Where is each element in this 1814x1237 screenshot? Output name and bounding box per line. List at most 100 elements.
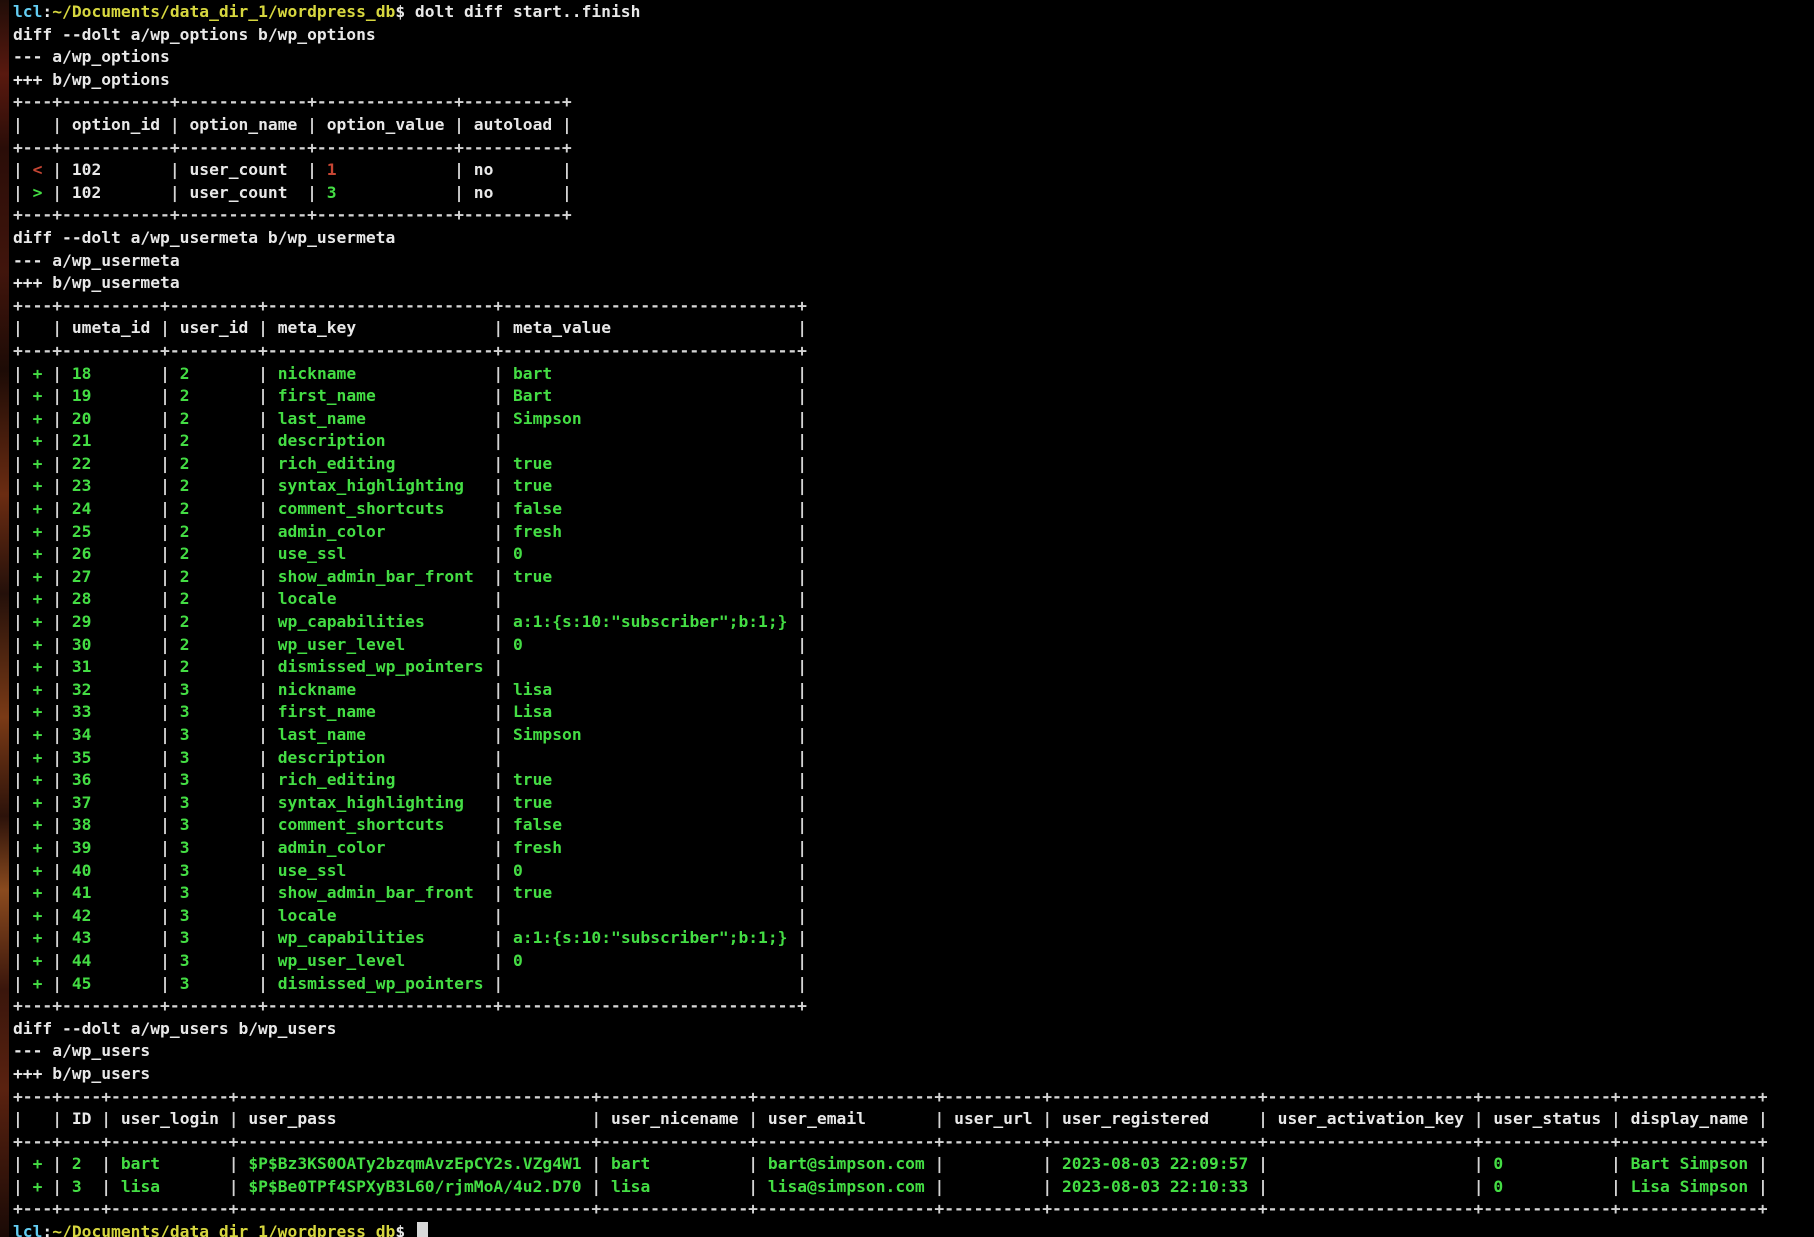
table-cell: use_ssl: [268, 544, 493, 563]
table-cell: fresh: [503, 522, 797, 541]
column-header-meta_value: meta_value: [503, 318, 797, 337]
table-cell: 2: [170, 431, 258, 450]
table-row-wp_usermeta: | + | 23 | 2 | syntax_highlighting | tru…: [13, 475, 1814, 498]
table-border-bottom-wp_users: +---+----+------------+-----------------…: [13, 1198, 1814, 1221]
table-row-wp_usermeta: | + | 44 | 3 | wp_user_level | 0 |: [13, 950, 1814, 973]
table-cell: 2023-08-03 22:09:57: [1052, 1154, 1258, 1173]
table-cell: [503, 589, 797, 608]
table-cell: true: [503, 793, 797, 812]
table-cell: 3: [170, 770, 258, 789]
table-cell: 0: [1484, 1177, 1611, 1196]
table-cell: bart: [503, 364, 797, 383]
table-cell: Bart: [503, 386, 797, 405]
table-border-mid-wp_users: +---+----+------------+-----------------…: [13, 1131, 1814, 1154]
table-cell: 45: [62, 974, 160, 993]
diff-indicator: >: [23, 183, 52, 202]
table-row-wp_usermeta: | + | 21 | 2 | description | |: [13, 430, 1814, 453]
table-cell: 42: [62, 906, 160, 925]
column-header-umeta_id: umeta_id: [62, 318, 160, 337]
table-cell: wp_capabilities: [268, 928, 493, 947]
column-header-user_login: user_login: [111, 1109, 229, 1128]
column-header-user_email: user_email: [758, 1109, 934, 1128]
diff-indicator: +: [23, 702, 52, 721]
table-cell: 2: [170, 522, 258, 541]
table-cell: comment_shortcuts: [268, 499, 493, 518]
table-cell: 37: [62, 793, 160, 812]
table-cell: user_count: [180, 160, 307, 179]
table-cell: bart@simpson.com: [758, 1154, 934, 1173]
table-cell: description: [268, 431, 493, 450]
table-cell: lisa: [503, 680, 797, 699]
table-cell: a:1:{s:10:"subscriber";b:1;}: [503, 928, 797, 947]
terminal-screen[interactable]: lcl:~/Documents/data_dir_1/wordpress_db$…: [9, 0, 1814, 1237]
column-header-meta_key: meta_key: [268, 318, 493, 337]
table-cell: 39: [62, 838, 160, 857]
table-cell: comment_shortcuts: [268, 815, 493, 834]
table-cell: fresh: [503, 838, 797, 857]
table-cell: 3: [170, 951, 258, 970]
table-cell: 35: [62, 748, 160, 767]
table-cell: true: [503, 476, 797, 495]
table-cell: 3: [170, 861, 258, 880]
table-row-wp_usermeta: | + | 29 | 2 | wp_capabilities | a:1:{s:…: [13, 611, 1814, 634]
table-cell: locale: [268, 906, 493, 925]
table-cell: use_ssl: [268, 861, 493, 880]
table-cell: show_admin_bar_front: [268, 567, 493, 586]
table-row-wp_usermeta: | + | 34 | 3 | last_name | Simpson |: [13, 724, 1814, 747]
table-cell: 28: [62, 589, 160, 608]
table-cell: last_name: [268, 725, 493, 744]
table-cell: lisa: [601, 1177, 748, 1196]
table-cell: true: [503, 567, 797, 586]
table-cell: 2: [170, 544, 258, 563]
table-cell: true: [503, 883, 797, 902]
table-cell: 0: [1484, 1154, 1611, 1173]
table-row-wp_usermeta: | + | 18 | 2 | nickname | bart |: [13, 363, 1814, 386]
diff-indicator: +: [23, 567, 52, 586]
table-cell: dismissed_wp_pointers: [268, 657, 493, 676]
column-header-indicator: [23, 115, 52, 134]
table-cell: show_admin_bar_front: [268, 883, 493, 902]
terminal-window: lcl:~/Documents/data_dir_1/wordpress_db$…: [0, 0, 1814, 1237]
table-cell: 3: [317, 183, 454, 202]
diff-indicator: +: [23, 635, 52, 654]
diff-indicator: +: [23, 409, 52, 428]
diff-plus-line-wp_users: +++ b/wp_users: [13, 1063, 1814, 1086]
table-cell: 3: [170, 793, 258, 812]
table-cell: [503, 657, 797, 676]
table-row-wp_usermeta: | + | 25 | 2 | admin_color | fresh |: [13, 521, 1814, 544]
table-cell: 2: [170, 499, 258, 518]
table-cell: 2: [170, 635, 258, 654]
diff-indicator: +: [23, 589, 52, 608]
table-row-wp_usermeta: | + | 36 | 3 | rich_editing | true |: [13, 769, 1814, 792]
table-row-wp_usermeta: | + | 35 | 3 | description | |: [13, 747, 1814, 770]
table-cell: 3: [170, 748, 258, 767]
table-cell: 31: [62, 657, 160, 676]
next-prompt-line: lcl:~/Documents/data_dir_1/wordpress_db$: [13, 1221, 1814, 1237]
table-row-wp_usermeta: | + | 22 | 2 | rich_editing | true |: [13, 453, 1814, 476]
table-cell: last_name: [268, 409, 493, 428]
diff-indicator: +: [23, 815, 52, 834]
table-row-wp_usermeta: | + | 42 | 3 | locale | |: [13, 905, 1814, 928]
table-cell: [503, 748, 797, 767]
column-header-option_value: option_value: [317, 115, 454, 134]
column-header-autoload: autoload: [464, 115, 562, 134]
table-cell: 20: [62, 409, 160, 428]
table-cell: 19: [62, 386, 160, 405]
table-cell: 2: [170, 409, 258, 428]
table-cell: 2: [170, 612, 258, 631]
diff-indicator: +: [23, 522, 52, 541]
diff-indicator: +: [23, 657, 52, 676]
column-header-option_id: option_id: [62, 115, 170, 134]
table-row-wp_options: | > | 102 | user_count | 3 | no |: [13, 182, 1814, 205]
table-border-top-wp_usermeta: +---+----------+---------+--------------…: [13, 295, 1814, 318]
table-cell: Bart Simpson: [1621, 1154, 1758, 1173]
table-border-mid-wp_usermeta: +---+----------+---------+--------------…: [13, 340, 1814, 363]
table-cell: bart: [601, 1154, 748, 1173]
table-cell: 0: [503, 951, 797, 970]
table-cell: 38: [62, 815, 160, 834]
table-cell: 23: [62, 476, 160, 495]
table-cell: 3: [62, 1177, 101, 1196]
diff-indicator: +: [23, 499, 52, 518]
table-cell: 30: [62, 635, 160, 654]
diff-indicator: +: [23, 951, 52, 970]
